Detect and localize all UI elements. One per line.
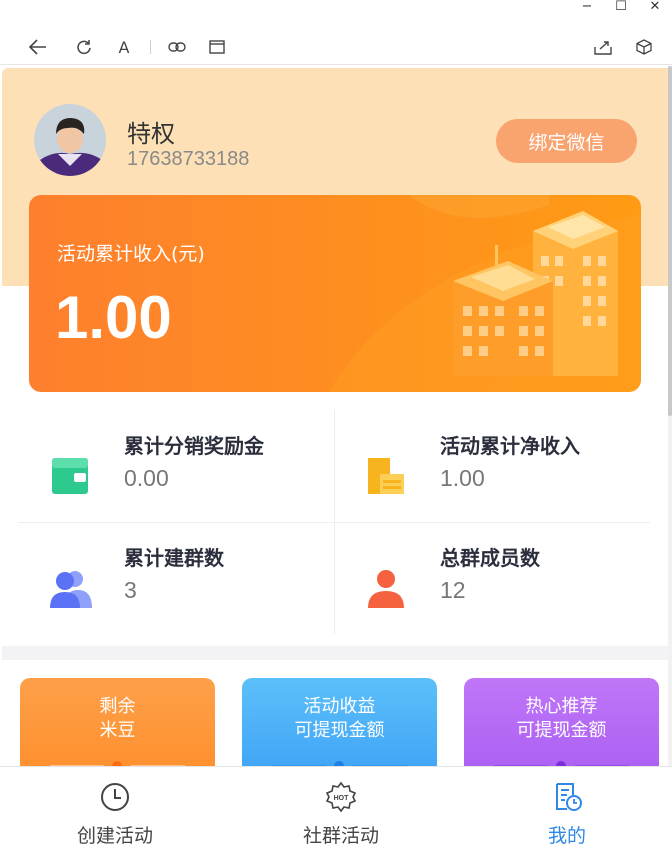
bottom-tab-bar: 创建活动 HOT 社群活动 我的 (0, 766, 672, 857)
wallet-icon (52, 458, 88, 494)
scrollbar[interactable] (668, 66, 672, 766)
hot-badge-icon: HOT (325, 781, 357, 813)
document-icon (368, 458, 404, 494)
stats-grid: 累计分销奖励金 0.00 活动累计净收入 1.00 累计建群数 3 总群成员数 … (18, 410, 650, 636)
cube-icon[interactable] (633, 36, 655, 58)
stat-title: 累计建群数 (124, 546, 224, 570)
stat-net-income[interactable]: 活动累计净收入 1.00 (334, 410, 650, 522)
stat-value: 12 (440, 577, 466, 603)
browser-toolbar: A (0, 30, 672, 64)
stat-title: 累计分销奖励金 (124, 434, 264, 458)
stat-title: 活动累计净收入 (440, 434, 580, 458)
share-icon[interactable] (592, 36, 614, 58)
arrow-left-icon[interactable] (27, 36, 49, 58)
card-remaining-beans[interactable]: 剩余 米豆 (20, 678, 215, 766)
group-icon (50, 571, 92, 608)
user-phone: 17638733188 (127, 148, 250, 170)
section-divider (2, 646, 668, 660)
stat-distribution-reward[interactable]: 累计分销奖励金 0.00 (18, 410, 334, 522)
card-line2: 米豆 (99, 720, 136, 741)
stat-value: 3 (124, 577, 137, 603)
profile-doc-icon (556, 783, 582, 811)
tab-label: 我的 (547, 825, 586, 847)
card-dot-decoration (272, 761, 407, 766)
card-dot-decoration (494, 761, 629, 766)
card-line1: 热心推荐 (525, 696, 598, 717)
stat-value: 1.00 (440, 465, 485, 491)
toolbar-divider (0, 64, 672, 65)
avatar[interactable] (34, 104, 106, 176)
person-icon (368, 570, 404, 608)
income-value: 1.00 (55, 284, 172, 351)
card-referral-earnings[interactable]: 热心推荐 可提现金额 (464, 678, 659, 766)
font-size-button[interactable]: A (113, 36, 135, 58)
user-name: 特权 (127, 120, 175, 148)
link-icon[interactable] (166, 36, 188, 58)
stat-group-members[interactable]: 总群成员数 12 (334, 522, 650, 634)
card-line1: 活动收益 (303, 696, 376, 717)
window-icon[interactable] (206, 36, 228, 58)
tab-create-activity[interactable]: 创建活动 (3, 767, 227, 857)
income-label: 活动累计收入(元) (57, 243, 205, 265)
tab-label: 社群活动 (302, 825, 379, 847)
close-button[interactable]: ✕ (638, 0, 672, 16)
scrollbar-thumb[interactable] (668, 66, 672, 416)
maximize-button[interactable]: ☐ (604, 0, 638, 16)
stat-value: 0.00 (124, 465, 169, 491)
building-icon (453, 211, 618, 376)
tab-label: 创建活动 (76, 825, 153, 847)
card-line2: 可提现金额 (294, 720, 385, 741)
clock-icon (101, 783, 129, 811)
bind-wechat-button[interactable]: 绑定微信 (496, 119, 637, 163)
stat-groups-created[interactable]: 累计建群数 3 (18, 522, 334, 634)
window-controls: − ☐ ✕ (570, 0, 672, 16)
toolbar-separator (150, 40, 151, 54)
card-activity-earnings[interactable]: 活动收益 可提现金额 (242, 678, 437, 766)
hot-badge-text: HOT (334, 795, 350, 802)
tab-mine[interactable]: 我的 (455, 767, 672, 857)
stat-title: 总群成员数 (440, 546, 540, 570)
minimize-button[interactable]: − (570, 0, 604, 16)
card-line1: 剩余 (99, 696, 136, 717)
refresh-icon[interactable] (73, 36, 95, 58)
card-line2: 可提现金额 (516, 720, 607, 741)
card-dot-decoration (50, 761, 185, 766)
page-content[interactable]: 特权 17638733188 绑定微信 活动累计收入(元) 1.00 累计分销奖… (0, 66, 668, 766)
tab-community-activity[interactable]: HOT 社群活动 (229, 767, 453, 857)
income-card: 活动累计收入(元) 1.00 (29, 195, 641, 392)
